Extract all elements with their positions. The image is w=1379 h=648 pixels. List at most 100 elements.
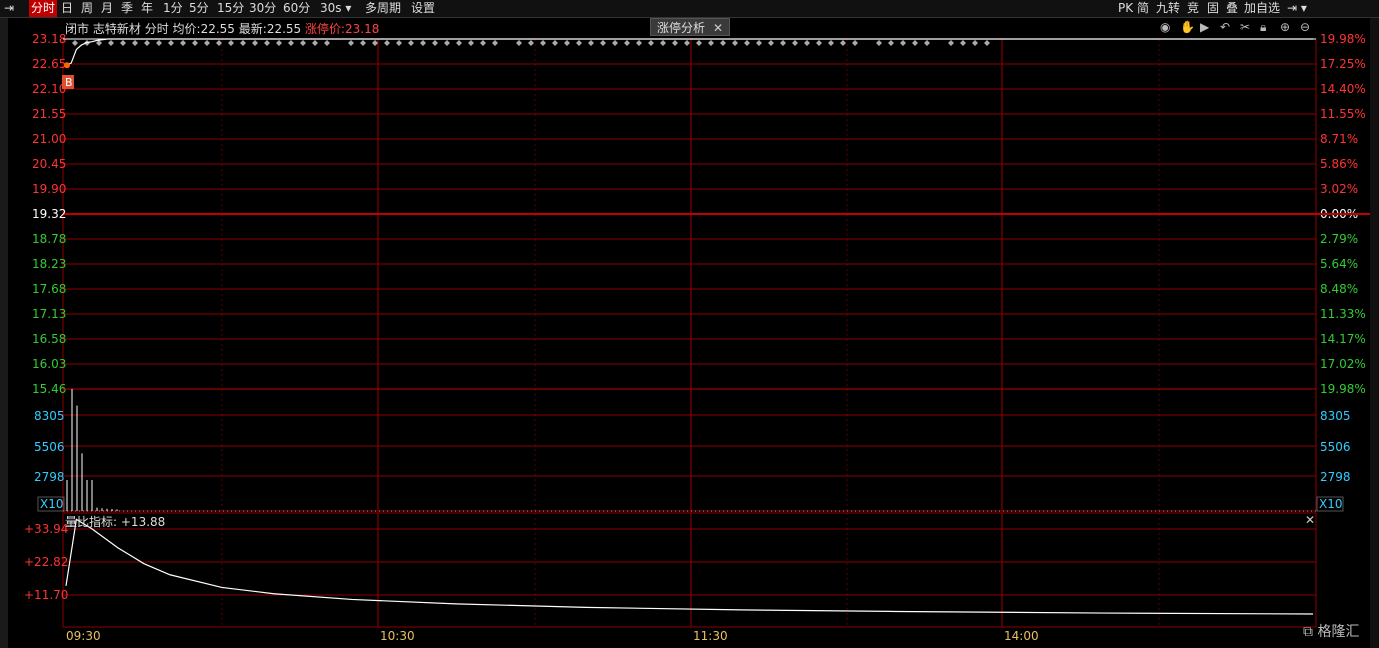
price-tick-2: 22.10: [32, 82, 66, 96]
lock-icon[interactable]: 🔒︎: [1260, 20, 1266, 35]
limit-up-marker-14: [240, 40, 246, 46]
limit-up-marker-39: [564, 40, 570, 46]
limit-up-marker-18: [288, 40, 294, 46]
zoom-out-icon[interactable]: ⊖: [1300, 20, 1310, 34]
toolbar-item-10[interactable]: 60分: [281, 0, 312, 17]
toolbar-right-item-5[interactable]: 叠: [1224, 0, 1240, 17]
pct-tick-4: 8.71%: [1320, 132, 1358, 146]
limit-up-marker-46: [648, 40, 654, 46]
indicator-label[interactable]: 量比指标:: [65, 515, 117, 529]
collapse-right-icon[interactable]: ⇥ ▾: [1285, 0, 1309, 17]
toolbar-item-7[interactable]: 5分: [187, 0, 211, 17]
limit-up-marker-71: [972, 40, 978, 46]
limit-up-marker-66: [900, 40, 906, 46]
pct-tick-13: 17.02%: [1320, 357, 1366, 371]
limit-up-marker-19: [300, 40, 306, 46]
limit-up-marker-60: [816, 40, 822, 46]
pct-tick-3: 11.55%: [1320, 107, 1366, 121]
toolbar-right-item-6[interactable]: 加自选: [1242, 0, 1282, 17]
toolbar-right-item-3[interactable]: 竞: [1185, 0, 1201, 17]
hand-icon[interactable]: ✋: [1180, 20, 1195, 34]
limit-up-marker-44: [624, 40, 630, 46]
toolbar-item-4[interactable]: 季: [119, 0, 135, 17]
pct-tick-10: 8.48%: [1320, 282, 1358, 296]
toolbar-right-item-2[interactable]: 九转: [1154, 0, 1182, 17]
limit-up-marker-15: [252, 40, 258, 46]
limit-up-marker-13: [228, 40, 234, 46]
toolbar-item-12[interactable]: 多周期: [363, 0, 403, 17]
latest-price-value: 22.55: [266, 22, 302, 36]
pct-tick-9: 5.64%: [1320, 257, 1358, 271]
eye-icon[interactable]: ◉: [1160, 20, 1170, 34]
ratio-tick-1: +22.82: [24, 555, 68, 569]
toolbar-item-3[interactable]: 月: [99, 0, 115, 17]
limit-up-marker-9: [180, 40, 186, 46]
price-tick-9: 18.23: [32, 257, 66, 271]
price-tick-7: 19.32: [32, 207, 66, 221]
limit-up-marker-54: [744, 40, 750, 46]
stock-name[interactable]: 志特新材: [93, 22, 141, 36]
limit-up-marker-22: [348, 40, 354, 46]
toolbar-item-11[interactable]: 30s ▾: [318, 0, 353, 17]
indicator-panel-frame: [62, 512, 1317, 628]
limit-up-marker-0: [72, 40, 78, 46]
limit-up-marker-52: [720, 40, 726, 46]
limit-up-marker-24: [372, 40, 378, 46]
limit-up-marker-31: [456, 40, 462, 46]
toolbar-item-1[interactable]: 日: [59, 0, 75, 17]
limit-up-marker-3: [108, 40, 114, 46]
time-tick-2: 11:30: [693, 629, 728, 643]
limit-up-marker-58: [792, 40, 798, 46]
toolbar-right-item-4[interactable]: 固: [1205, 0, 1221, 17]
limit-up-marker-56: [768, 40, 774, 46]
limit-up-marker-62: [840, 40, 846, 46]
avg-price-value: 22.55: [200, 22, 235, 36]
limit-up-marker-8: [168, 40, 174, 46]
scissors-icon[interactable]: ✂: [1240, 20, 1250, 34]
limit-up-marker-70: [960, 40, 966, 46]
price-tick-6: 19.90: [32, 182, 66, 196]
close-icon[interactable]: ✕: [713, 21, 723, 35]
limit-up-marker-37: [540, 40, 546, 46]
toolbar-item-8[interactable]: 15分: [215, 0, 246, 17]
period-toolbar: 分时日周月季年 1分 5分 15分 30分 60分 30s ▾ 多周期 设置 ⇥ PK 简九转竞固叠加…: [0, 0, 1379, 18]
undo-icon[interactable]: ↶: [1220, 20, 1230, 34]
limit-up-marker-59: [804, 40, 810, 46]
vol-tick-1: 5506: [34, 440, 65, 454]
limit-up-marker-65: [888, 40, 894, 46]
limit-up-marker-68: [924, 40, 930, 46]
toolbar-item-13[interactable]: 设置: [409, 0, 437, 17]
toolbar-item-0[interactable]: 分时: [29, 0, 58, 17]
limit-up-marker-61: [828, 40, 834, 46]
toolbar-item-6[interactable]: 1分: [161, 0, 185, 17]
limit-up-marker-7: [156, 40, 162, 46]
play-icon[interactable]: ▶: [1200, 20, 1209, 34]
limit-up-marker-23: [360, 40, 366, 46]
limit-up-marker-29: [432, 40, 438, 46]
ratio-line: [65, 518, 1314, 615]
toolbar-item-9[interactable]: 30分: [247, 0, 278, 17]
limit-up-marker-35: [516, 40, 522, 46]
limit-up-marker-38: [552, 40, 558, 46]
gelonghui-logo-icon: ⧉: [1303, 624, 1313, 640]
price-tick-11: 17.13: [32, 307, 66, 321]
collapse-left-icon[interactable]: ⇥: [2, 0, 16, 17]
toolbar-right-item-0[interactable]: PK: [1116, 0, 1135, 17]
x10-right: X10: [1319, 497, 1343, 511]
zoom-in-icon[interactable]: ⊕: [1280, 20, 1290, 34]
limit-up-marker-28: [420, 40, 426, 46]
price-tick-13: 16.03: [32, 357, 66, 371]
limit-up-marker-17: [276, 40, 282, 46]
limit-up-marker-30: [444, 40, 450, 46]
limit-up-marker-48: [672, 40, 678, 46]
toolbar-item-5[interactable]: 年: [139, 0, 155, 17]
intraday-chart: 23.18 19.98% 22.65 17.25% 22.10 14.40% 21.55 11…: [24, 32, 1370, 643]
buy-badge-text: B: [65, 76, 73, 89]
x10-left: X10: [40, 497, 64, 511]
vol-tick-right-0: 8305: [1320, 409, 1351, 423]
toolbar-right-item-1[interactable]: 简: [1135, 0, 1151, 17]
indicator-info-bar: 量比指标: +13.88: [65, 513, 165, 530]
toolbar-item-2[interactable]: 周: [79, 0, 95, 17]
price-tick-1: 22.65: [32, 57, 66, 71]
limit-up-analysis-tab[interactable]: 涨停分析 ✕: [650, 18, 730, 36]
